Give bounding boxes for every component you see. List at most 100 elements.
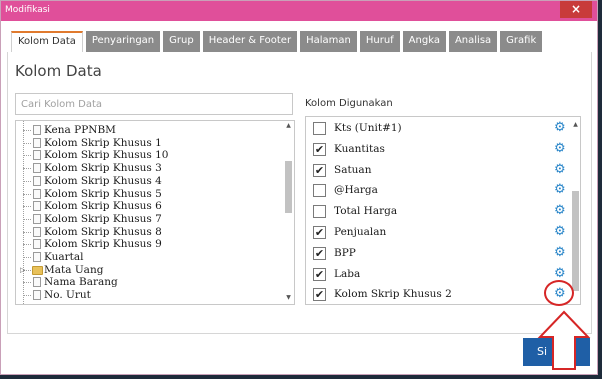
tree-branch-line — [23, 168, 31, 170]
tree-item-label: Kena PPNBM — [44, 124, 116, 136]
page-title: Kolom Data — [15, 62, 102, 80]
tab-grafik[interactable]: Grafik — [500, 31, 543, 52]
tree-item-label: Kolom Skrip Khusus 8 — [44, 225, 162, 238]
tab-halaman[interactable]: Halaman — [300, 31, 357, 52]
column-checkbox[interactable]: ✔ — [313, 288, 326, 302]
tree-item[interactable]: Kena PPNBM — [16, 124, 281, 137]
file-icon — [33, 239, 41, 250]
column-checkbox[interactable] — [313, 184, 326, 198]
used-column-row[interactable]: @Harga ⚙ — [306, 180, 568, 201]
folder-icon — [32, 265, 43, 275]
used-scrollbar[interactable]: ▲ — [570, 117, 580, 304]
tree-item[interactable]: Kolom Skrip Khusus 10 — [16, 149, 281, 162]
gear-icon[interactable]: ⚙ — [554, 141, 566, 157]
column-checkbox[interactable]: ✔ — [313, 226, 326, 239]
tree-branch-line — [23, 295, 31, 297]
gear-icon[interactable]: ⚙ — [554, 203, 566, 219]
modifikasi-window: Modifikasi × Kolom Data Penyaringan Grup He… — [0, 0, 598, 375]
gear-icon[interactable]: ⚙ — [554, 182, 566, 198]
available-columns-tree[interactable]: ▲ ▼ Kena PPNBM Kolom Skrip Khusus 1 Kolom … — [15, 120, 295, 305]
file-icon — [33, 175, 41, 186]
tree-branch-line — [23, 193, 31, 195]
tree-branch-line — [23, 142, 31, 144]
file-icon — [33, 125, 41, 135]
column-checkbox[interactable]: ✔ — [313, 163, 326, 177]
gear-icon[interactable]: ⚙ — [554, 120, 566, 136]
used-column-label: BPP — [334, 246, 356, 259]
used-column-label: @Harga — [334, 184, 378, 197]
tree-item[interactable]: Kolom Skrip Khusus 1 — [16, 137, 281, 150]
search-input[interactable] — [15, 93, 293, 115]
used-column-row[interactable]: ✔ Kolom Skrip Khusus 2 ⚙ — [306, 284, 568, 304]
file-icon — [33, 163, 41, 174]
tab-angka[interactable]: Angka — [402, 31, 446, 52]
tab-huruf[interactable]: Huruf — [359, 31, 400, 52]
used-column-label: Kuantitas — [334, 142, 385, 155]
tree-item[interactable]: No. Urut — [16, 289, 281, 302]
tree-item-label: Kuartal — [44, 251, 84, 263]
used-columns-list[interactable]: ▲ Kts (Unit#1) ⚙ ✔ Kuantitas ⚙ ✔ Satuan ⚙ @Harga… — [305, 116, 581, 305]
file-icon — [33, 277, 41, 288]
column-checkbox[interactable] — [313, 205, 326, 219]
gear-icon[interactable]: ⚙ — [554, 224, 566, 240]
tree-item-label: Nama Barang — [44, 276, 118, 289]
tree-item-label: Mata Uang — [44, 263, 104, 276]
file-icon — [33, 290, 41, 301]
tab-grup[interactable]: Grup — [163, 31, 200, 52]
tree-item[interactable]: Kolom Skrip Khusus 5 — [16, 188, 281, 201]
tree-item[interactable]: Kolom Skrip Khusus 6 — [16, 200, 281, 213]
used-column-row[interactable]: Total Harga ⚙ — [306, 201, 568, 222]
tree-item[interactable]: Kolom Skrip Khusus 3 — [16, 162, 281, 175]
tree-item[interactable]: Kuartal — [16, 251, 281, 264]
used-column-row[interactable]: ✔ Penjualan ⚙ — [306, 222, 568, 243]
used-column-label: Penjualan — [334, 226, 387, 238]
up-arrow-annotation — [537, 310, 591, 370]
scroll-up-icon[interactable]: ▲ — [283, 121, 294, 131]
tab-analisa[interactable]: Analisa — [448, 31, 498, 52]
tree-branch-line — [23, 130, 31, 131]
tree-item[interactable]: ▷ Mata Uang — [16, 264, 281, 277]
file-icon — [33, 201, 41, 212]
tree-branch-line — [23, 257, 31, 258]
scroll-thumb[interactable] — [285, 161, 292, 213]
file-icon — [33, 150, 41, 161]
used-columns-label: Kolom Digunakan — [305, 98, 393, 109]
tree-branch-line — [23, 231, 31, 233]
used-column-row[interactable]: ✔ Kuantitas ⚙ — [306, 139, 568, 160]
scroll-down-icon[interactable]: ▼ — [283, 293, 294, 303]
file-icon — [33, 188, 41, 199]
scroll-up-icon[interactable]: ▲ — [570, 120, 580, 130]
tree-branch-line — [23, 180, 31, 182]
tree-scrollbar[interactable]: ▲ ▼ — [283, 121, 294, 304]
tab-header-footer[interactable]: Header & Footer — [202, 31, 298, 52]
used-column-label: Kts (Unit#1) — [334, 122, 402, 134]
used-column-row[interactable]: ✔ BPP ⚙ — [306, 243, 568, 264]
used-column-row[interactable]: ✔ Laba ⚙ — [306, 264, 568, 285]
column-checkbox[interactable]: ✔ — [313, 267, 326, 281]
tree-item[interactable]: Kolom Skrip Khusus 7 — [16, 213, 281, 226]
used-column-label: Laba — [334, 267, 361, 280]
tree-item-label: Kolom Skrip Khusus 3 — [44, 162, 162, 175]
used-column-row[interactable]: ✔ Satuan ⚙ — [306, 160, 568, 181]
used-column-label: Kolom Skrip Khusus 2 — [334, 288, 452, 301]
tree-item[interactable]: Kolom Skrip Khusus 4 — [16, 175, 281, 188]
tab-penyaringan[interactable]: Penyaringan — [85, 31, 161, 52]
tree-item[interactable]: Kolom Skrip Khusus 9 — [16, 238, 281, 251]
used-column-row[interactable]: Kts (Unit#1) ⚙ — [306, 118, 568, 139]
file-icon — [33, 226, 41, 237]
tree-item-label: Kolom Skrip Khusus 10 — [44, 149, 169, 162]
tree-item[interactable]: Kolom Skrip Khusus 8 — [16, 226, 281, 239]
column-checkbox[interactable]: ✔ — [313, 142, 326, 156]
column-checkbox[interactable] — [313, 122, 326, 135]
highlight-circle — [544, 280, 574, 306]
gear-icon[interactable]: ⚙ — [554, 162, 566, 178]
scroll-thumb[interactable] — [572, 191, 579, 291]
expand-icon[interactable]: ▷ — [20, 266, 25, 274]
tab-kolom-data[interactable]: Kolom Data — [11, 31, 83, 52]
file-icon — [33, 213, 41, 224]
gear-icon[interactable]: ⚙ — [554, 245, 566, 261]
tree-item[interactable]: Nama Barang — [16, 276, 281, 289]
close-button[interactable]: × — [560, 1, 592, 18]
tree-branch-line — [23, 282, 31, 284]
column-checkbox[interactable]: ✔ — [313, 246, 326, 260]
